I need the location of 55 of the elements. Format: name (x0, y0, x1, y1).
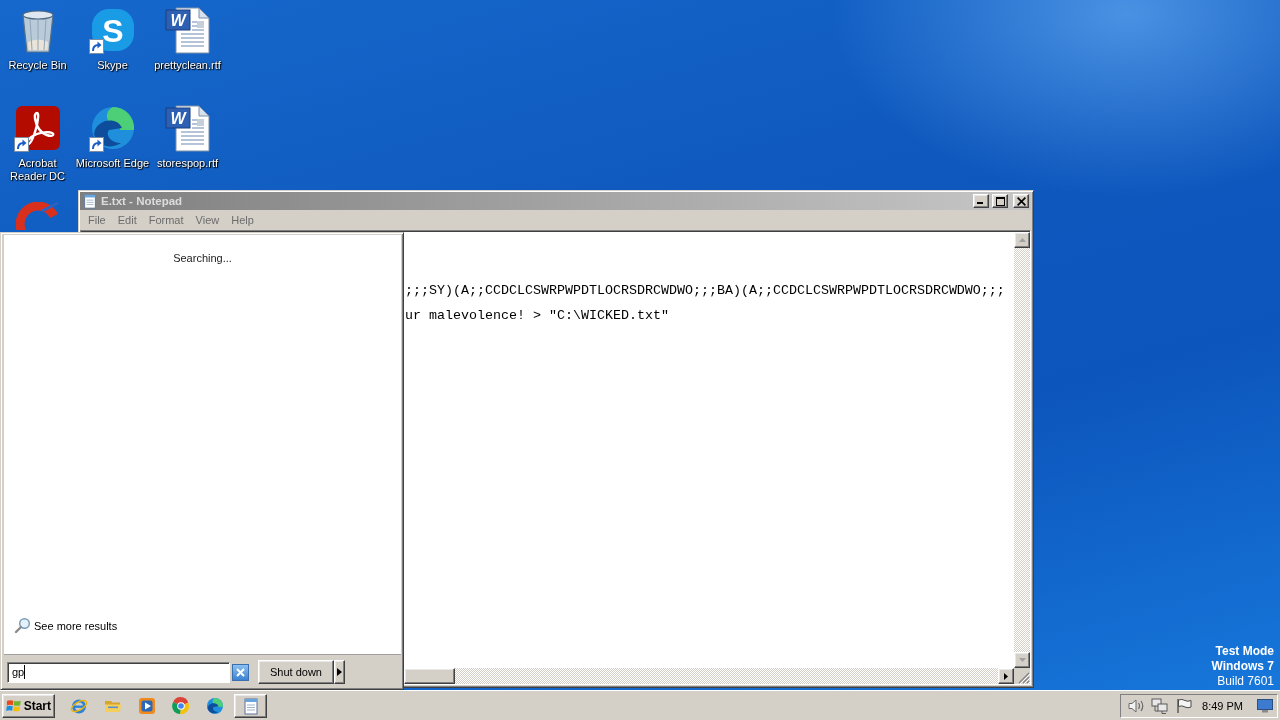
flag-icon[interactable] (1175, 697, 1193, 714)
text-line: ;;;SY)(A;;CCDCLCSWRPWPDTLOCRSDRCWDWO;;;BA)(A;;CCDCLCSWRPWPDTLOCRSDRCWDWO;;; (405, 282, 1006, 300)
maximize-button[interactable] (992, 194, 1008, 208)
search-status-text: Searching... (173, 252, 232, 264)
desktop-icon-label[interactable]: prettyclean.rtf (150, 59, 225, 72)
clear-search-button[interactable] (232, 663, 249, 681)
menu-item[interactable]: Help (225, 214, 260, 226)
os-notice-text: Build 7601 (1217, 674, 1274, 689)
menu-item[interactable]: File (82, 214, 112, 226)
text-line: ur malevolence! > "C:\WICKED.txt" (405, 307, 670, 325)
scrollbar-thumb[interactable] (404, 668, 455, 684)
notepad-icon (82, 193, 98, 209)
os-notice-text: Windows 7 (1211, 659, 1274, 674)
scroll-right-button[interactable] (998, 668, 1014, 684)
desktop-icon-label[interactable]: Acrobat Reader DC (0, 157, 75, 183)
shut-down-options-button[interactable] (334, 660, 345, 684)
down-arrow-icon (1018, 658, 1026, 662)
right-arrow-icon (337, 668, 342, 676)
notepad-icon (241, 696, 260, 715)
scroll-up-button[interactable] (1014, 232, 1030, 248)
search-icon (14, 617, 31, 634)
acrobat-icon[interactable] (13, 104, 62, 152)
chrome-icon[interactable] (172, 696, 190, 715)
vertical-scrollbar[interactable] (1014, 232, 1030, 668)
close-icon (1016, 196, 1026, 206)
scroll-down-button[interactable] (1014, 652, 1030, 668)
menu-item[interactable]: View (189, 214, 226, 226)
up-arrow-icon (1018, 238, 1026, 242)
desktop-icon-label[interactable]: Skype (75, 59, 150, 72)
taskbar-window-button[interactable] (234, 693, 267, 718)
show-desktop-icon[interactable] (1257, 698, 1273, 713)
flag-logo-icon (6, 697, 22, 714)
search-field[interactable]: gp (7, 661, 230, 683)
shut-down-button[interactable]: Shut down (258, 660, 334, 684)
right-arrow-icon (1004, 672, 1008, 680)
window-title: E.txt - Notepad (101, 195, 183, 207)
desktop-icon-label[interactable]: Microsoft Edge (75, 157, 150, 170)
start-button[interactable]: Start (2, 693, 55, 718)
maximize-icon (995, 196, 1005, 206)
os-notice-text: Test Mode (1215, 644, 1274, 659)
desktop-icon-label[interactable]: storespop.rtf (150, 157, 225, 170)
menu-item[interactable]: Format (142, 214, 190, 226)
network-icon[interactable] (1151, 697, 1169, 714)
minimize-icon (977, 202, 983, 204)
horizontal-scrollbar[interactable] (404, 668, 998, 684)
close-icon (236, 667, 245, 677)
minimize-button[interactable] (973, 194, 989, 208)
close-button[interactable] (1013, 194, 1029, 208)
desktop-icon-label[interactable]: Recycle Bin (0, 59, 75, 72)
clock-text[interactable]: 8:49 PM (1202, 699, 1243, 712)
menu-item[interactable]: Edit (111, 214, 143, 226)
edge-icon[interactable] (206, 696, 224, 715)
speaker-icon[interactable] (1127, 697, 1145, 714)
size-grip-icon[interactable] (1018, 672, 1030, 684)
play-icon[interactable] (138, 696, 156, 715)
